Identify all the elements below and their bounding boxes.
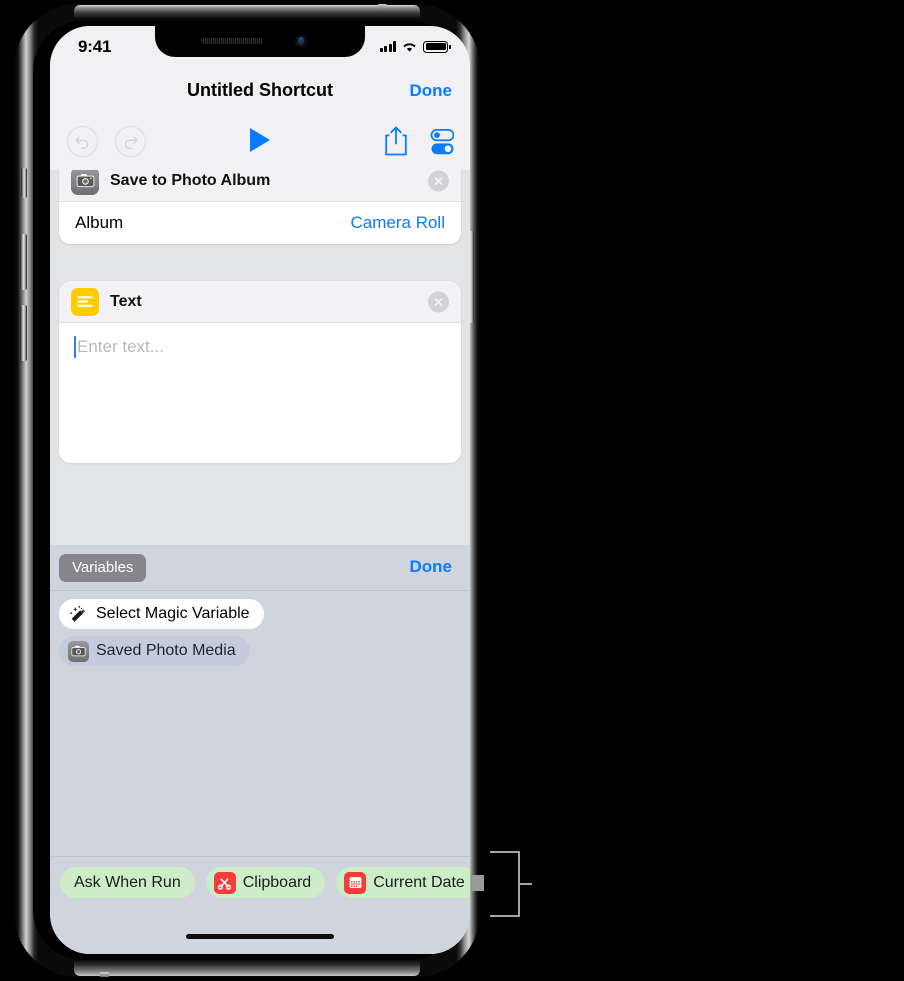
- action-parameter-row-album[interactable]: Album Camera Roll: [59, 202, 461, 244]
- cellular-signal-icon: [379, 41, 396, 52]
- suggestion-clipboard[interactable]: Clipboard: [205, 867, 326, 898]
- phone-screen: 9:41 Untitled Shortcut Done Save to Phot…: [50, 26, 470, 954]
- phone-frame: 9:41 Untitled Shortcut Done Save to Phot…: [14, 4, 480, 977]
- suggestion-current-date[interactable]: Current Date: [336, 867, 470, 898]
- action-card-save-to-photo-album[interactable]: Save to Photo Album Album Camera Roll: [59, 170, 461, 244]
- volume-up-button[interactable]: [20, 234, 27, 290]
- variables-list: Select Magic Variable Saved Photo Media: [50, 591, 470, 673]
- suggestion-ask-when-run[interactable]: Ask When Run: [60, 867, 195, 898]
- calendar-icon: [344, 871, 367, 894]
- redo-arrow-icon: [124, 136, 138, 149]
- silent-switch[interactable]: [21, 168, 27, 198]
- status-time: 9:41: [78, 37, 112, 56]
- parameter-label: Album: [75, 213, 124, 232]
- page-title: Untitled Shortcut: [187, 80, 333, 100]
- share-icon[interactable]: [384, 126, 408, 156]
- editor-toolbar: [50, 114, 470, 170]
- suggestion-label: Ask When Run: [74, 873, 181, 891]
- scissors-icon: [213, 871, 236, 894]
- play-button[interactable]: [250, 128, 270, 152]
- suggestion-label: Clipboard: [242, 873, 312, 891]
- text-lines-icon: [71, 287, 99, 316]
- frame-bottom-band: [74, 960, 420, 976]
- battery-full-icon: [423, 40, 451, 53]
- action-card-header[interactable]: Text: [59, 281, 461, 323]
- callout-bracket: [490, 851, 532, 917]
- variable-label: Select Magic Variable: [96, 605, 250, 622]
- status-indicators: [379, 40, 451, 53]
- variable-label: Saved Photo Media: [96, 642, 236, 659]
- close-circle-icon[interactable]: [428, 170, 449, 191]
- close-circle-icon[interactable]: [428, 291, 449, 312]
- callout-nub: [472, 875, 484, 891]
- magic-wand-icon: [68, 604, 89, 625]
- frame-top-band: [74, 5, 420, 18]
- volume-down-button[interactable]: [20, 305, 27, 361]
- text-cursor: [74, 336, 76, 358]
- action-card-text[interactable]: Text Enter text...: [59, 281, 461, 463]
- nav-done-button[interactable]: Done: [410, 81, 453, 101]
- variables-panel: Variables Done Select Magic Variable Sav…: [50, 545, 470, 954]
- variable-saved-photo-media[interactable]: Saved Photo Media: [59, 636, 250, 666]
- notch: [155, 26, 365, 57]
- wifi-icon: [403, 43, 416, 52]
- earpiece-speaker-icon: [201, 38, 263, 44]
- undo-button[interactable]: [67, 126, 98, 157]
- shortcut-settings-toggles-icon[interactable]: [422, 129, 454, 155]
- text-input-field[interactable]: Enter text...: [59, 323, 461, 463]
- variables-done-button[interactable]: Done: [410, 557, 453, 577]
- redo-button[interactable]: [115, 126, 146, 157]
- suggestion-bar[interactable]: Ask When Run Clipboard Current Date: [50, 856, 470, 908]
- frame-antenna-nub-top: [378, 4, 387, 9]
- undo-arrow-icon: [75, 136, 89, 149]
- parameter-value[interactable]: Camera Roll: [351, 213, 445, 233]
- text-placeholder: Enter text...: [77, 337, 164, 356]
- frame-antenna-nub-bottom: [100, 972, 109, 977]
- action-card-header[interactable]: Save to Photo Album: [59, 170, 461, 202]
- suggestion-label: Current Date: [373, 873, 465, 891]
- action-card-title: Save to Photo Album: [110, 171, 271, 189]
- action-card-title: Text: [110, 292, 142, 310]
- tab-variables[interactable]: Variables: [59, 554, 147, 582]
- select-magic-variable-button[interactable]: Select Magic Variable: [59, 599, 264, 629]
- camera-icon: [71, 170, 99, 195]
- nav-bar: Untitled Shortcut Done: [50, 70, 470, 114]
- home-indicator[interactable]: [186, 934, 334, 939]
- action-list[interactable]: Save to Photo Album Album Camera Roll Te…: [50, 170, 470, 545]
- variables-tabbar: Variables Done: [50, 545, 470, 591]
- camera-icon: [68, 640, 89, 662]
- front-camera-icon: [295, 35, 307, 47]
